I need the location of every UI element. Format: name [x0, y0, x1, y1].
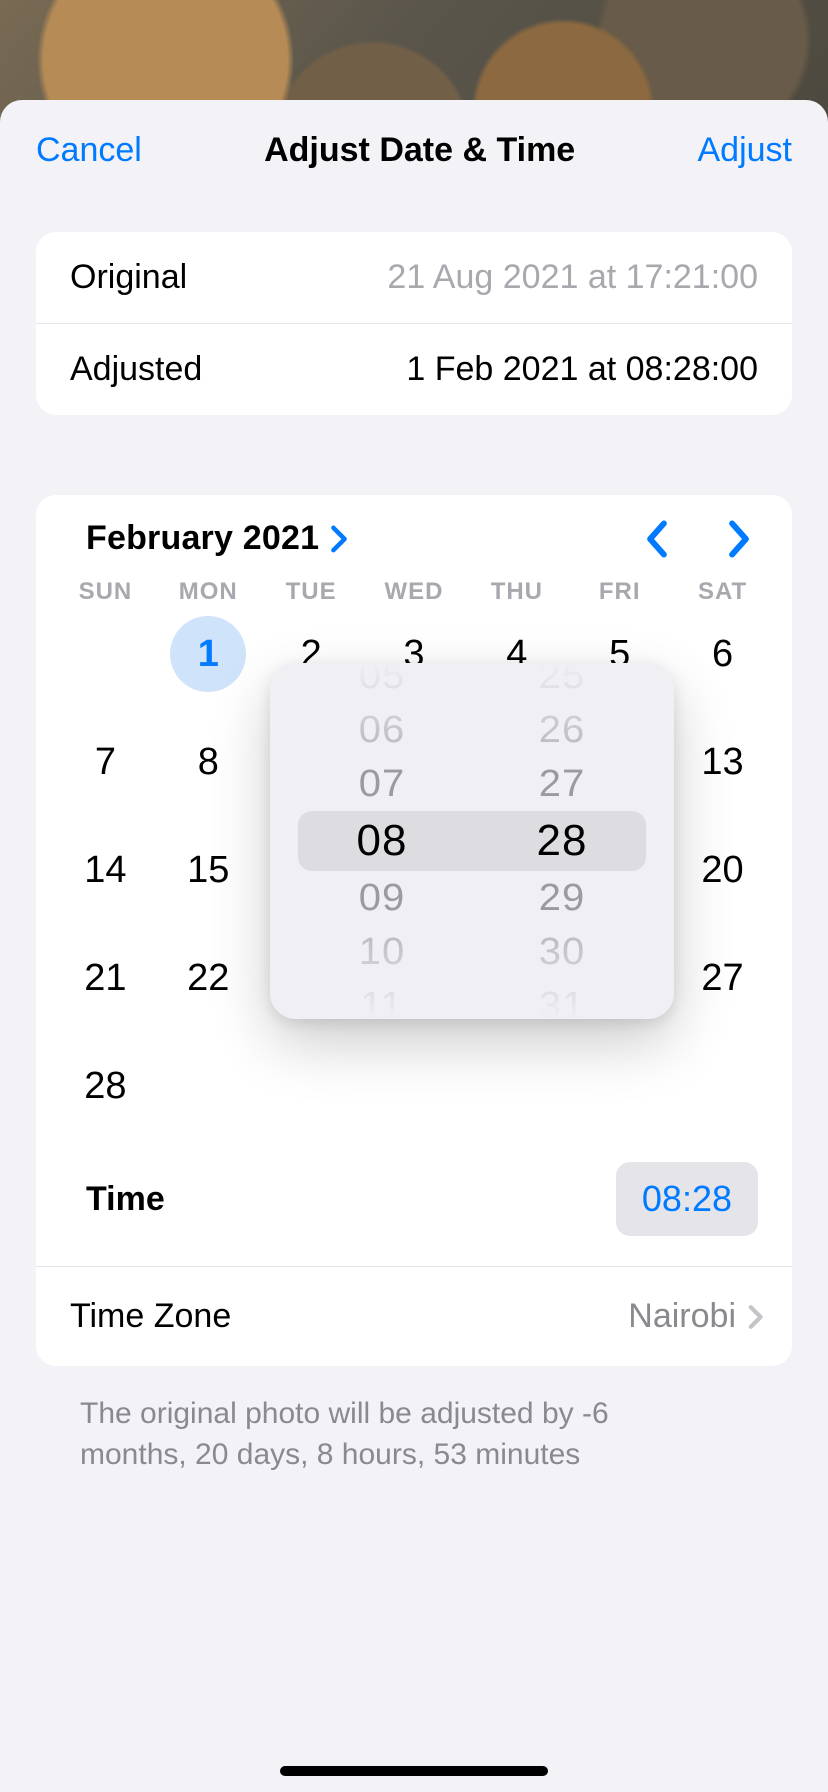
- calendar-day[interactable]: 22: [157, 940, 260, 1016]
- calendar-card: February 2021 SUNMONTUEWEDTHUFRISAT 1234…: [36, 495, 792, 1366]
- picker-option[interactable]: 06: [327, 705, 437, 756]
- home-indicator[interactable]: [280, 1766, 548, 1776]
- calendar-day[interactable]: 13: [671, 724, 774, 800]
- next-month-button[interactable]: [726, 520, 752, 558]
- hour-wheel[interactable]: 05 060708091011: [327, 663, 437, 1019]
- weekday-label: MON: [157, 578, 260, 606]
- date-info-card: Original 21 Aug 2021 at 17:21:00 Adjuste…: [36, 232, 792, 415]
- adjusted-label: Adjusted: [70, 350, 202, 389]
- timezone-label: Time Zone: [70, 1297, 231, 1336]
- calendar-day[interactable]: 14: [54, 832, 157, 908]
- original-row: Original 21 Aug 2021 at 17:21:00: [36, 232, 792, 323]
- picker-option[interactable]: 08: [327, 811, 437, 871]
- time-label: Time: [86, 1180, 165, 1219]
- sheet-nav: Cancel Adjust Date & Time Adjust: [0, 100, 828, 200]
- calendar-day[interactable]: 15: [157, 832, 260, 908]
- calendar-month-label[interactable]: February 2021: [86, 519, 319, 558]
- time-row: Time 08:28: [36, 1144, 792, 1266]
- sheet-title: Adjust Date & Time: [264, 131, 575, 170]
- calendar-day[interactable]: 20: [671, 832, 774, 908]
- calendar-day[interactable]: 6: [671, 616, 774, 692]
- calendar-day[interactable]: 8: [157, 724, 260, 800]
- calendar-day[interactable]: 7: [54, 724, 157, 800]
- picker-option[interactable]: 31: [507, 981, 617, 1019]
- calendar-day[interactable]: 28: [54, 1048, 157, 1124]
- time-value-button[interactable]: 08:28: [616, 1162, 758, 1236]
- original-value: 21 Aug 2021 at 17:21:00: [387, 258, 758, 297]
- adjust-date-sheet: Cancel Adjust Date & Time Adjust Origina…: [0, 100, 828, 1792]
- picker-option[interactable]: 07: [327, 759, 437, 810]
- adjust-button[interactable]: Adjust: [697, 131, 792, 170]
- picker-option[interactable]: 11: [327, 981, 437, 1019]
- adjustment-summary: The original photo will be adjusted by -…: [0, 1366, 680, 1475]
- timezone-row[interactable]: Time Zone Nairobi: [36, 1266, 792, 1366]
- original-label: Original: [70, 258, 187, 297]
- picker-option[interactable]: 10: [327, 927, 437, 978]
- timezone-value: Nairobi: [628, 1297, 736, 1336]
- adjusted-row: Adjusted 1 Feb 2021 at 08:28:00: [36, 323, 792, 415]
- calendar-day[interactable]: 27: [671, 940, 774, 1016]
- weekday-label: SUN: [54, 578, 157, 606]
- weekday-label: FRI: [568, 578, 671, 606]
- picker-option[interactable]: 25: [507, 663, 617, 701]
- picker-option[interactable]: 26: [507, 705, 617, 756]
- time-picker-popover: 05 060708091011 25 262728293031: [270, 663, 674, 1019]
- prev-month-button[interactable]: [644, 520, 670, 558]
- weekday-label: THU: [465, 578, 568, 606]
- picker-option[interactable]: 29: [507, 873, 617, 924]
- picker-option[interactable]: 27: [507, 759, 617, 810]
- picker-option[interactable]: 05: [327, 663, 437, 701]
- calendar-day[interactable]: 21: [54, 940, 157, 1016]
- weekday-label: TUE: [260, 578, 363, 606]
- chevron-right-icon[interactable]: [329, 525, 349, 553]
- adjusted-value: 1 Feb 2021 at 08:28:00: [406, 350, 758, 389]
- cancel-button[interactable]: Cancel: [36, 131, 142, 170]
- minute-wheel[interactable]: 25 262728293031: [507, 663, 617, 1019]
- chevron-right-icon: [746, 1303, 764, 1331]
- weekday-label: SAT: [671, 578, 774, 606]
- calendar-day[interactable]: 1: [157, 616, 260, 692]
- picker-option[interactable]: 30: [507, 927, 617, 978]
- calendar-header: February 2021: [36, 495, 792, 568]
- weekday-label: WED: [363, 578, 466, 606]
- picker-option[interactable]: 28: [507, 811, 617, 871]
- weekday-header: SUNMONTUEWEDTHUFRISAT: [36, 568, 792, 612]
- picker-option[interactable]: 09: [327, 873, 437, 924]
